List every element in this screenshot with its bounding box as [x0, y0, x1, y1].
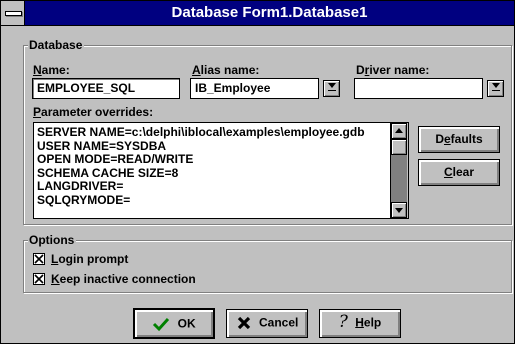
- alias-field[interactable]: IB_Employee: [190, 78, 319, 99]
- database-form-window: Database Form1.Database1 Database Name: …: [0, 0, 515, 344]
- chevron-down-icon: [395, 208, 403, 213]
- window-title: Database Form1.Database1: [171, 4, 368, 21]
- parameter-overrides-memo[interactable]: SERVER NAME=c:\delphi\iblocal\examples\e…: [33, 122, 409, 219]
- ok-button[interactable]: OK: [133, 308, 215, 339]
- login-prompt-checkbox[interactable]: [33, 253, 45, 265]
- memo-vertical-scrollbar[interactable]: [390, 123, 408, 218]
- parameter-line: OPEN MODE=READ/WRITE: [37, 152, 194, 166]
- scroll-down-button[interactable]: [391, 202, 407, 218]
- parameter-line: LANGDRIVER=: [37, 179, 124, 193]
- checkmark-x-icon: [34, 274, 44, 284]
- help-button[interactable]: ? Help: [319, 309, 401, 338]
- scroll-thumb[interactable]: [391, 139, 407, 155]
- keep-inactive-connection-label[interactable]: Keep inactive connection: [51, 272, 196, 286]
- clear-button[interactable]: Clear: [418, 159, 500, 186]
- scroll-track[interactable]: [391, 155, 407, 202]
- alias-dropdown-button[interactable]: [323, 80, 340, 97]
- parameter-overrides-label: Parameter overrides:: [33, 105, 154, 119]
- scroll-up-button[interactable]: [391, 123, 407, 139]
- system-menu-icon: [5, 11, 22, 16]
- checkmark-x-icon: [34, 254, 44, 264]
- cancel-button[interactable]: Cancel: [226, 309, 308, 338]
- driver-combobox[interactable]: [354, 78, 504, 99]
- checkmark-icon: [153, 317, 170, 332]
- driver-field[interactable]: [354, 78, 483, 99]
- alias-combobox[interactable]: IB_Employee: [190, 78, 340, 99]
- driver-dropdown-button[interactable]: [487, 80, 504, 97]
- database-group-legend: Database: [28, 38, 85, 52]
- defaults-button[interactable]: Defaults: [418, 126, 500, 153]
- name-label: Name:: [33, 63, 70, 77]
- parameter-line: SQLQRYMODE=: [37, 192, 131, 207]
- parameter-line: SCHEMA CACHE SIZE=8: [37, 165, 179, 180]
- chevron-down-icon: [491, 83, 500, 88]
- system-menu-button[interactable]: [1, 1, 25, 25]
- chevron-up-icon: [395, 128, 403, 133]
- x-icon: [237, 316, 250, 329]
- parameter-line: USER NAME=SYSDBA: [37, 138, 167, 153]
- driver-label: Driver name:: [356, 63, 430, 77]
- parameter-line: SERVER NAME=c:\delphi\iblocal\examples\e…: [37, 126, 365, 139]
- chevron-down-icon: [327, 83, 336, 88]
- alias-label: Alias name:: [192, 63, 260, 77]
- title-bar[interactable]: Database Form1.Database1: [1, 1, 514, 26]
- login-prompt-label[interactable]: Login prompt: [51, 252, 128, 266]
- parameter-lines: SERVER NAME=c:\delphi\iblocal\examples\e…: [37, 126, 388, 207]
- options-group-legend: Options: [28, 233, 77, 247]
- question-icon: ?: [338, 312, 348, 333]
- keep-inactive-connection-checkbox[interactable]: [33, 273, 45, 285]
- name-field[interactable]: EMPLOYEE_SQL: [32, 78, 180, 99]
